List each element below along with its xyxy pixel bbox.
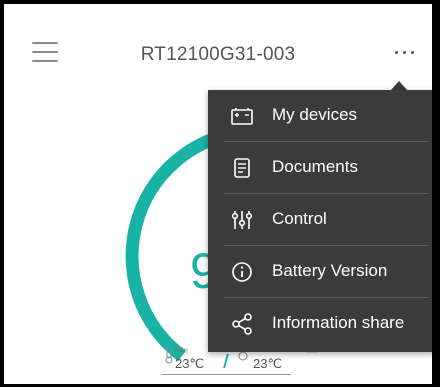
- app-screen: 9 min 23℃ 23℃ RT12100G31-003 My devices …: [4, 4, 432, 384]
- menu-item-label: My devices: [272, 105, 358, 124]
- menu-item-my-devices[interactable]: My devices: [208, 90, 432, 141]
- slash-divider: [223, 354, 229, 368]
- document-icon: [234, 158, 250, 178]
- menu-item-label: Documents: [272, 157, 358, 176]
- share-icon: [232, 313, 252, 335]
- menu-item-information-share[interactable]: Information share: [208, 298, 432, 349]
- thermometer-icon: [165, 346, 173, 364]
- current-temperature: 23℃: [253, 356, 283, 371]
- menu-item-label: Battery Version: [272, 261, 388, 280]
- menu-item-battery-version[interactable]: Battery Version: [208, 246, 432, 297]
- menu-item-label: Control: [272, 209, 327, 228]
- sliders-icon: [231, 211, 253, 229]
- app-header: RT12100G31-003: [4, 4, 432, 104]
- menu-item-documents[interactable]: Documents: [208, 142, 432, 193]
- overflow-menu: My devices Documents Control Battery Ver…: [208, 90, 432, 352]
- device-title: RT12100G31-003: [140, 44, 296, 65]
- battery-icon: [231, 108, 253, 125]
- min-label: min: [175, 346, 188, 355]
- info-icon: [232, 262, 252, 282]
- menu-item-label: Information share: [272, 313, 405, 332]
- min-temperature: 23℃: [175, 356, 205, 371]
- more-horizontal-icon[interactable]: [387, 42, 421, 62]
- menu-item-control[interactable]: Control: [208, 194, 432, 245]
- temperature-underline: [161, 374, 291, 375]
